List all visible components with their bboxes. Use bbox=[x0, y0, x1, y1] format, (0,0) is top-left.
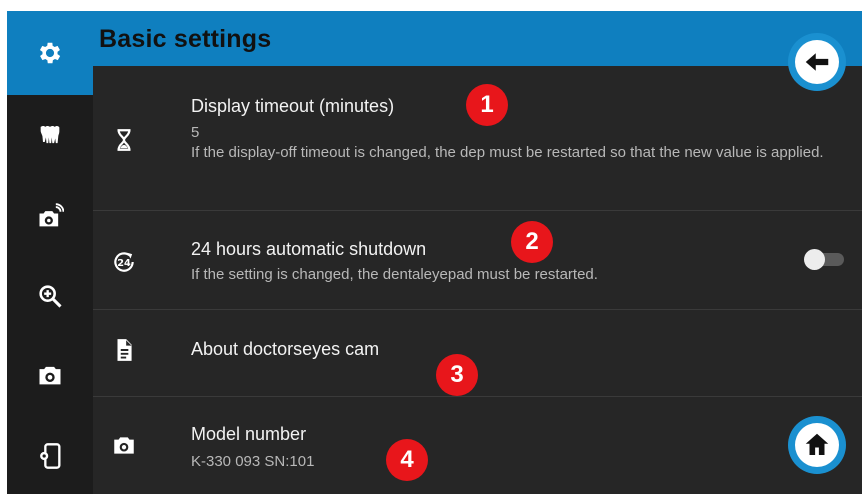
zoom-in-icon bbox=[39, 285, 62, 308]
hourglass-icon bbox=[111, 127, 137, 153]
teeth-icon bbox=[40, 125, 60, 144]
camera-icon bbox=[39, 366, 61, 385]
sidebar-item-zoom[interactable] bbox=[7, 259, 93, 333]
home-icon bbox=[805, 433, 829, 455]
setting-title: Model number bbox=[191, 424, 307, 444]
24-hour-icon: 24 bbox=[111, 249, 137, 275]
arrow-left-icon bbox=[805, 53, 829, 71]
device-settings-icon bbox=[40, 442, 61, 469]
annotation-badge-4: 4 bbox=[386, 439, 428, 481]
setting-title: About doctorseyes cam bbox=[191, 339, 380, 359]
setting-row-model-number[interactable]: Model number K-330 093 SN:101 4 bbox=[93, 397, 862, 494]
setting-row-about[interactable]: About doctorseyes cam 3 bbox=[93, 310, 862, 397]
wireless-camera-icon bbox=[39, 203, 64, 227]
setting-description: If the display-off timeout is changed, t… bbox=[191, 144, 824, 161]
gear-icon bbox=[39, 42, 61, 64]
back-button[interactable] bbox=[788, 33, 846, 91]
header-bar: Basic settings bbox=[93, 11, 862, 66]
home-button[interactable] bbox=[788, 416, 846, 474]
annotation-badge-1: 1 bbox=[466, 84, 508, 126]
page-title: Basic settings bbox=[99, 25, 272, 53]
toggle-knob bbox=[804, 249, 825, 270]
setting-value: 5 bbox=[191, 124, 200, 141]
sidebar-item-device-settings[interactable] bbox=[7, 417, 93, 494]
auto-shutdown-toggle[interactable] bbox=[804, 249, 844, 270]
annotation-badge-3: 3 bbox=[436, 354, 478, 396]
camera-icon bbox=[111, 432, 137, 458]
setting-description: If the setting is changed, the dentaleye… bbox=[191, 266, 598, 283]
app-window: Basic settings Display timeout (minutes)… bbox=[7, 11, 862, 494]
setting-value: K-330 093 SN:101 bbox=[191, 453, 315, 470]
document-icon bbox=[111, 337, 137, 363]
sidebar bbox=[7, 11, 93, 494]
setting-row-auto-shutdown[interactable]: 24 24 hours automatic shutdown If the se… bbox=[93, 211, 862, 310]
sidebar-item-camera[interactable] bbox=[7, 333, 93, 417]
annotation-badge-2: 2 bbox=[511, 221, 553, 263]
setting-title: 24 hours automatic shutdown bbox=[191, 239, 427, 259]
svg-text:24: 24 bbox=[117, 258, 131, 269]
setting-title: Display timeout (minutes) bbox=[191, 96, 395, 116]
sidebar-item-teeth[interactable] bbox=[7, 95, 93, 175]
sidebar-item-settings[interactable] bbox=[7, 11, 93, 95]
setting-row-display-timeout[interactable]: Display timeout (minutes) 5 If the displ… bbox=[93, 66, 862, 211]
sidebar-item-wireless-camera[interactable] bbox=[7, 175, 93, 259]
settings-list: Display timeout (minutes) 5 If the displ… bbox=[93, 66, 862, 494]
